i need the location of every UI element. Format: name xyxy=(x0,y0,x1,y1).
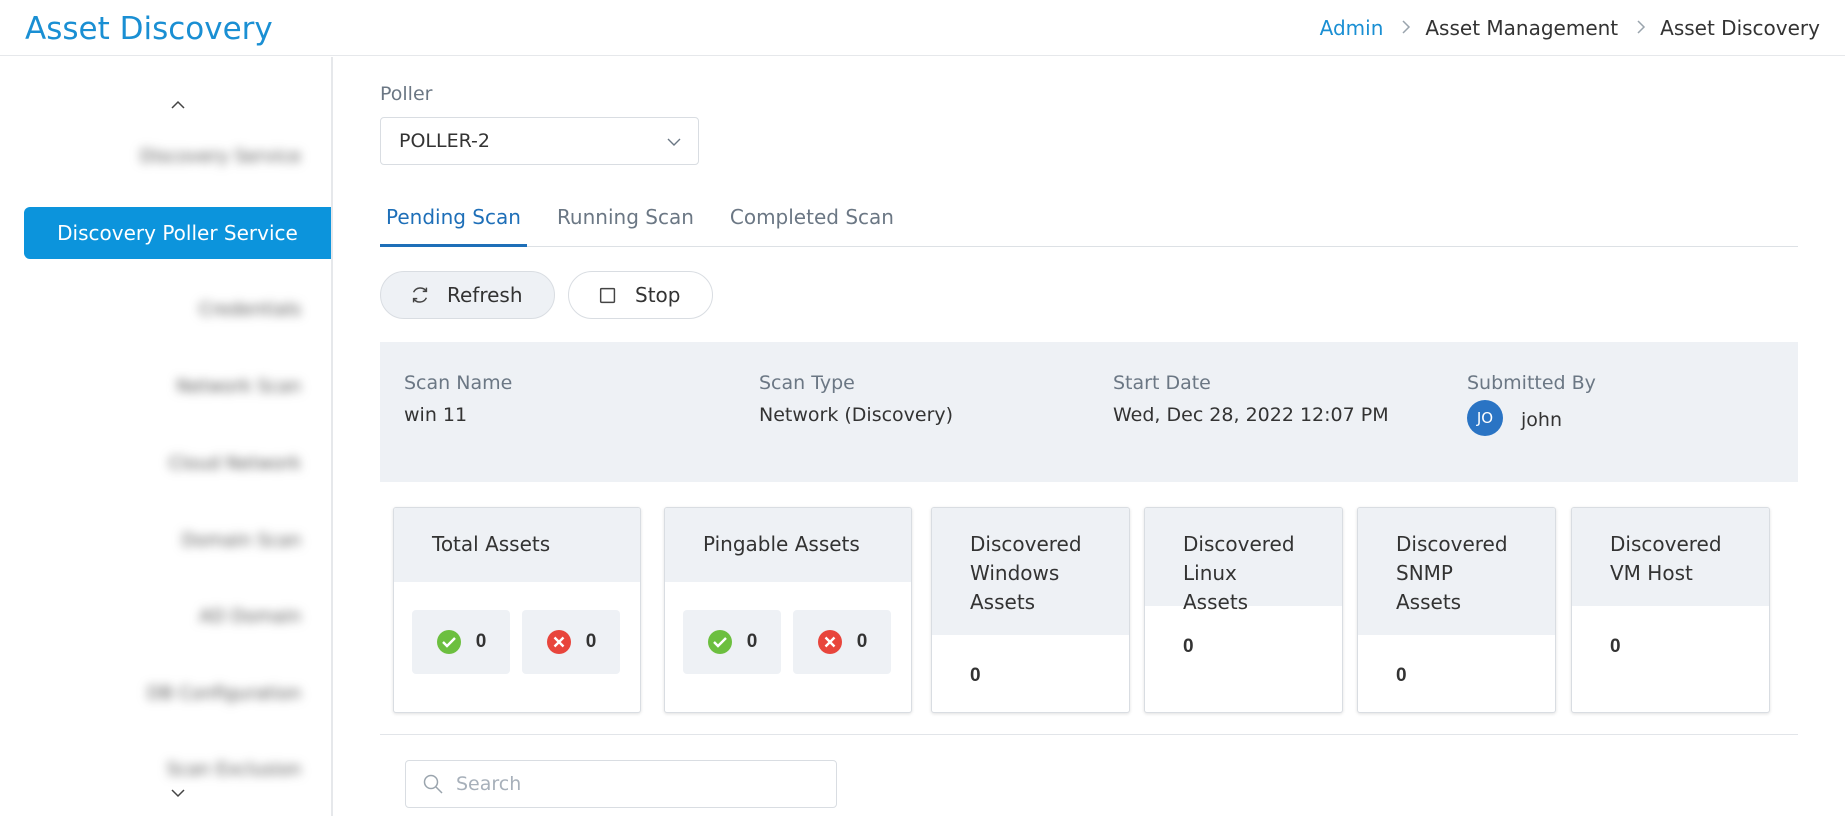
sidebar-item-credentials[interactable]: Credentials xyxy=(199,295,301,323)
submitted-by-field: Submitted By JO john xyxy=(1467,372,1596,436)
scan-tabs: Pending Scan Running Scan Completed Scan xyxy=(380,201,1798,247)
pingable-assets-title: Pingable Assets xyxy=(665,508,911,582)
chevron-right-icon xyxy=(1401,19,1411,38)
total-assets-title: Total Assets xyxy=(394,508,640,582)
snmp-assets-value: 0 xyxy=(1396,665,1407,686)
avatar: JO xyxy=(1467,400,1503,436)
start-date-field: Start Date Wed, Dec 28, 2022 12:07 PM xyxy=(1113,372,1389,426)
total-assets-failed-count[interactable]: 0 xyxy=(522,610,620,674)
submitted-by-name: john xyxy=(1521,409,1562,431)
breadcrumb-admin[interactable]: Admin xyxy=(1320,16,1384,40)
stop-icon xyxy=(599,287,616,304)
windows-assets-value: 0 xyxy=(970,665,981,686)
tab-running-scan[interactable]: Running Scan xyxy=(551,201,700,247)
start-date-value: Wed, Dec 28, 2022 12:07 PM xyxy=(1113,404,1389,426)
pingable-assets-card: Pingable Assets 0 0 xyxy=(664,507,912,713)
scan-name-label: Scan Name xyxy=(404,372,513,394)
scan-type-field: Scan Type Network (Discovery) xyxy=(759,372,953,426)
vm-host-card: Discovered VM Host 0 xyxy=(1571,507,1770,713)
scroll-down-icon[interactable] xyxy=(168,783,188,803)
breadcrumb-asset-management[interactable]: Asset Management xyxy=(1425,16,1618,40)
windows-assets-title: Discovered Windows Assets xyxy=(932,508,1129,635)
error-circle-icon xyxy=(817,630,842,654)
scroll-up-icon[interactable] xyxy=(168,95,188,115)
pingable-assets-failed-count[interactable]: 0 xyxy=(793,610,891,674)
error-circle-icon xyxy=(546,630,571,654)
linux-assets-value: 0 xyxy=(1183,636,1194,657)
total-assets-card: Total Assets 0 0 xyxy=(393,507,641,713)
poller-select-value: POLLER-2 xyxy=(399,130,490,152)
start-date-label: Start Date xyxy=(1113,372,1211,394)
check-circle-icon xyxy=(436,630,461,654)
chevron-right-icon xyxy=(1636,19,1646,38)
scan-type-label: Scan Type xyxy=(759,372,855,394)
breadcrumb: Admin Asset Management Asset Discovery xyxy=(1320,16,1820,40)
scan-details-panel: Scan Name win 11 Scan Type Network (Disc… xyxy=(380,342,1798,482)
stop-button[interactable]: Stop xyxy=(568,271,713,319)
sidebar-item-network-scan[interactable]: Network Scan xyxy=(176,372,301,400)
tab-completed-scan[interactable]: Completed Scan xyxy=(724,201,900,247)
refresh-icon xyxy=(412,287,428,303)
refresh-label: Refresh xyxy=(447,283,523,307)
linux-assets-title: Discovered Linux Assets xyxy=(1145,508,1342,614)
search-icon xyxy=(423,774,443,794)
sidebar-item-domain-scan[interactable]: Domain Scan xyxy=(182,526,301,554)
vm-host-value: 0 xyxy=(1610,636,1621,657)
check-circle-icon xyxy=(707,630,732,654)
submitted-by-label: Submitted By xyxy=(1467,372,1596,394)
page-title: Asset Discovery xyxy=(25,11,273,47)
sidebar-item-ad-domain[interactable]: AD Domain xyxy=(199,602,301,630)
scan-name-field: Scan Name win 11 xyxy=(404,372,512,426)
sidebar-item-db-configuration[interactable]: DB Configuration xyxy=(147,679,301,707)
total-ok-value: 0 xyxy=(475,631,487,652)
vm-host-title: Discovered VM Host xyxy=(1572,508,1769,606)
snmp-assets-card: Discovered SNMP Assets 0 xyxy=(1357,507,1556,713)
pingable-assets-success-count[interactable]: 0 xyxy=(683,610,781,674)
tab-pending-scan[interactable]: Pending Scan xyxy=(380,201,527,247)
linux-assets-card: Discovered Linux Assets 0 xyxy=(1144,507,1343,713)
sidebar-item-discovery-poller-service[interactable]: Discovery Poller Service xyxy=(24,207,331,259)
pingable-fail-value: 0 xyxy=(856,631,868,652)
stop-label: Stop xyxy=(635,283,681,307)
scan-name-value: win 11 xyxy=(404,404,468,426)
top-header: Asset Discovery Admin Asset Management A… xyxy=(0,0,1845,56)
sidebar-item-discovery-service[interactable]: Discovery Service xyxy=(140,142,301,170)
sidebar: Discovery Service Discovery Poller Servi… xyxy=(0,57,333,816)
section-divider xyxy=(380,734,1798,735)
submitted-by-value: JO john xyxy=(1467,400,1596,436)
total-fail-value: 0 xyxy=(585,631,597,652)
search-box[interactable] xyxy=(405,760,837,808)
scan-type-value: Network (Discovery) xyxy=(759,404,954,426)
snmp-assets-title: Discovered SNMP Assets xyxy=(1358,508,1555,635)
pingable-ok-value: 0 xyxy=(746,631,758,652)
sidebar-item-scan-exclusion[interactable]: Scan Exclusion xyxy=(167,755,301,783)
poller-label: Poller xyxy=(380,83,433,105)
poller-select[interactable]: POLLER-2 xyxy=(380,117,699,165)
sidebar-item-cloud-network[interactable]: Cloud Network xyxy=(169,449,301,477)
breadcrumb-asset-discovery: Asset Discovery xyxy=(1660,16,1820,40)
search-input[interactable] xyxy=(456,773,816,795)
total-assets-success-count[interactable]: 0 xyxy=(412,610,510,674)
refresh-button[interactable]: Refresh xyxy=(380,271,555,319)
windows-assets-card: Discovered Windows Assets 0 xyxy=(931,507,1130,713)
chevron-down-icon xyxy=(667,138,681,146)
